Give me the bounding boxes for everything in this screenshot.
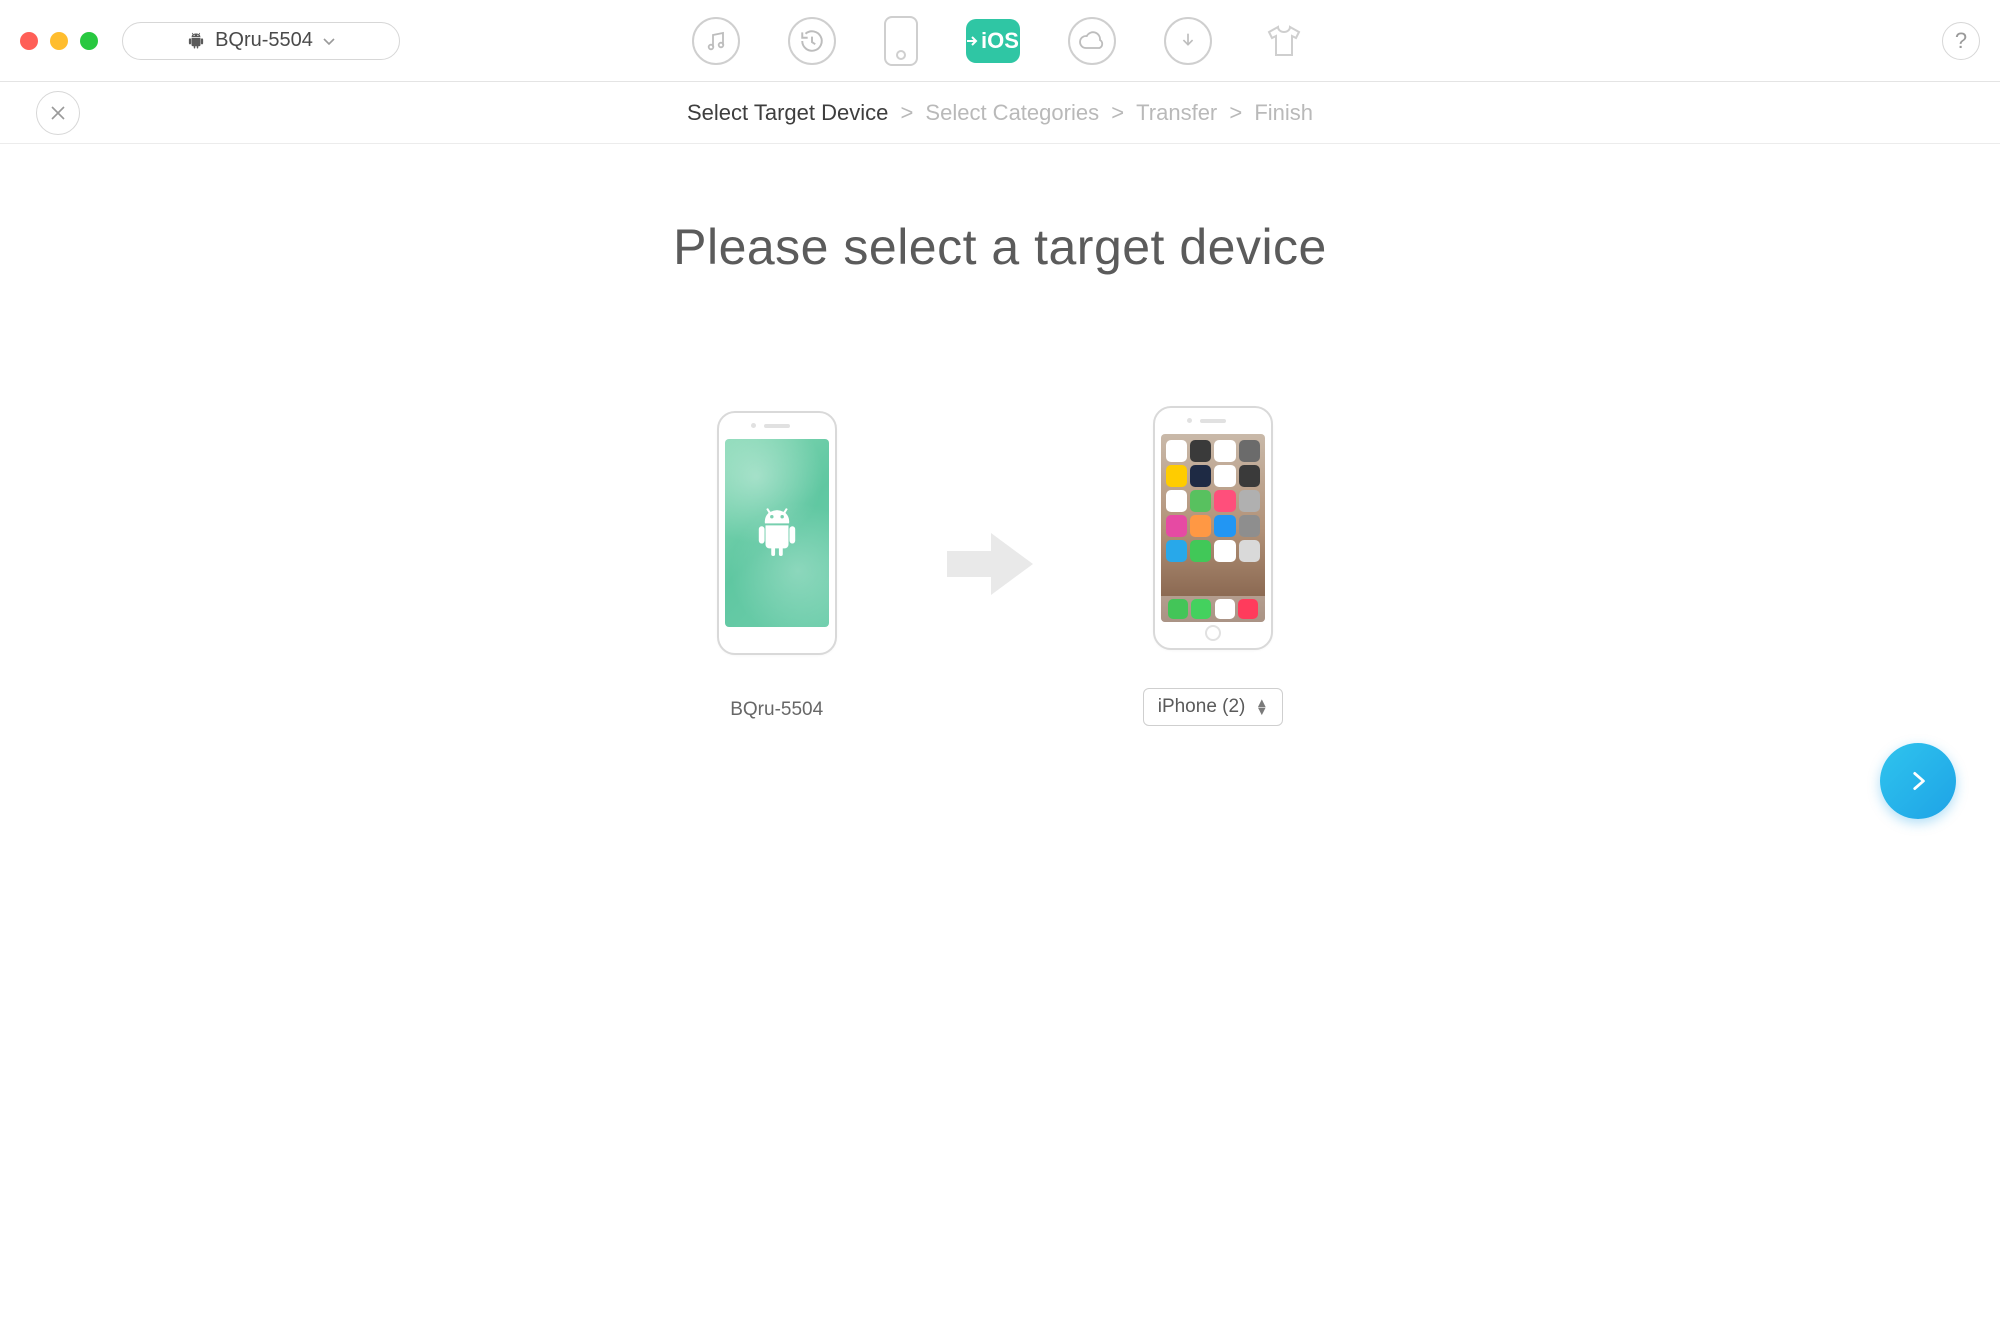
phone-camera-dot <box>1187 418 1192 423</box>
toolbar-mode-icons: iOS <box>692 16 1308 66</box>
device-row: BQru-5504 iPhone (2) ▲▼ <box>0 406 2000 726</box>
android-screen <box>725 439 829 627</box>
cloud-icon[interactable] <box>1068 17 1116 65</box>
zoom-window-icon[interactable] <box>80 32 98 50</box>
source-device-column: BQru-5504 <box>717 411 837 721</box>
ios-app-icon <box>1166 465 1187 487</box>
up-down-icon: ▲▼ <box>1255 699 1268 715</box>
ios-app-icon <box>1214 465 1235 487</box>
source-device-dropdown-label: BQru-5504 <box>215 29 313 52</box>
main-content: Please select a target device BQru-5504 <box>0 218 2000 1344</box>
source-device-mockup <box>717 411 837 655</box>
breadcrumb-step-2: Select Categories <box>925 100 1099 126</box>
breadcrumb-step-4: Finish <box>1254 100 1313 126</box>
page-title: Please select a target device <box>0 218 2000 276</box>
help-icon: ? <box>1955 28 1967 54</box>
target-device-dropdown-label: iPhone (2) <box>1158 696 1246 718</box>
window-controls <box>20 32 98 50</box>
ios-app-icon <box>1239 515 1260 537</box>
close-window-icon[interactable] <box>20 32 38 50</box>
ios-app-icon <box>1214 490 1235 512</box>
download-icon[interactable] <box>1164 17 1212 65</box>
ios-app-icon <box>1239 490 1260 512</box>
breadcrumb-step-3: Transfer <box>1136 100 1217 126</box>
move-to-ios-label: iOS <box>981 28 1019 54</box>
next-button[interactable] <box>1880 743 1956 819</box>
ios-app-icon <box>1166 490 1187 512</box>
close-button[interactable] <box>36 91 80 135</box>
transfer-arrow-icon <box>947 529 1033 604</box>
minimize-window-icon[interactable] <box>50 32 68 50</box>
move-to-ios-icon[interactable]: iOS <box>966 19 1020 63</box>
breadcrumb-sep: > <box>1105 100 1130 126</box>
ios-app-icon <box>1190 540 1211 562</box>
source-device-label: BQru-5504 <box>730 699 823 721</box>
ios-home-screen <box>1161 434 1265 622</box>
breadcrumb-bar: Select Target Device > Select Categories… <box>0 82 2000 144</box>
history-icon[interactable] <box>788 17 836 65</box>
target-device-dropdown[interactable]: iPhone (2) ▲▼ <box>1143 688 1284 726</box>
ios-app-icon <box>1214 440 1235 462</box>
help-button[interactable]: ? <box>1942 22 1980 60</box>
android-icon <box>187 32 205 50</box>
source-device-dropdown[interactable]: BQru-5504 <box>122 22 400 60</box>
ios-app-icon <box>1166 515 1187 537</box>
breadcrumb-step-1: Select Target Device <box>687 100 888 126</box>
ios-dock-app-icon <box>1191 599 1211 619</box>
device-icon[interactable] <box>884 16 918 66</box>
ios-app-icon <box>1190 490 1211 512</box>
breadcrumb-sep: > <box>894 100 919 126</box>
ios-app-icon <box>1214 515 1235 537</box>
chevron-down-icon <box>323 33 335 49</box>
phone-speaker <box>764 424 790 428</box>
phone-speaker <box>1200 419 1226 423</box>
top-toolbar: BQru-5504 iOS ? <box>0 0 2000 82</box>
ios-app-icon <box>1166 440 1187 462</box>
home-button-icon <box>1205 625 1221 641</box>
target-device-mockup <box>1153 406 1273 650</box>
ios-app-icon <box>1190 465 1211 487</box>
music-icon[interactable] <box>692 17 740 65</box>
breadcrumb-sep: > <box>1223 100 1248 126</box>
ios-app-icon <box>1166 540 1187 562</box>
ios-app-icon <box>1239 440 1260 462</box>
ios-app-icon <box>1214 540 1235 562</box>
phone-camera-dot <box>751 423 756 428</box>
ios-app-icon <box>1239 465 1260 487</box>
target-device-column: iPhone (2) ▲▼ <box>1143 406 1284 726</box>
ios-dock-app-icon <box>1238 599 1258 619</box>
android-robot-icon <box>754 506 800 560</box>
ios-dock-app-icon <box>1168 599 1188 619</box>
ios-app-icon <box>1190 440 1211 462</box>
ios-app-icon <box>1239 540 1260 562</box>
ios-app-icon <box>1190 515 1211 537</box>
theme-icon[interactable] <box>1260 17 1308 65</box>
ios-dock-app-icon <box>1215 599 1235 619</box>
